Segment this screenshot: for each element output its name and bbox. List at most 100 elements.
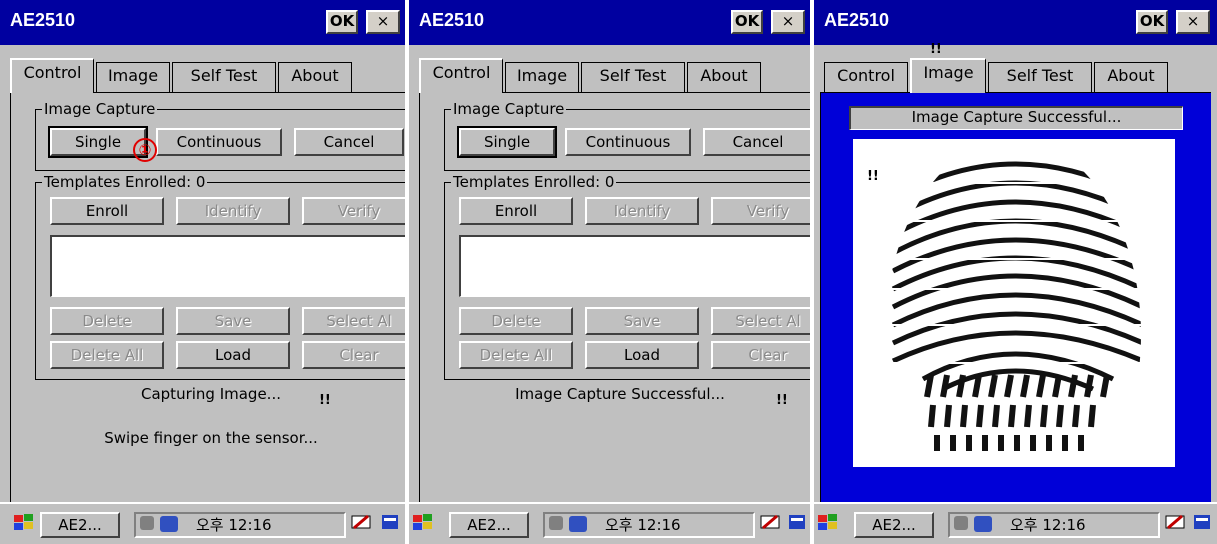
clock[interactable]: 오후 12:16 (196, 514, 272, 536)
network-icon[interactable] (140, 516, 154, 530)
close-button[interactable]: × (366, 10, 400, 34)
identify-button[interactable]: Identify (585, 197, 699, 225)
image-capture-label: Image Capture (42, 100, 158, 118)
tab-about[interactable]: About (278, 62, 352, 92)
system-tray: 오후 12:16 (948, 512, 1160, 538)
identify-button[interactable]: Identify (176, 197, 290, 225)
control-tab-content: Image Capture Single Continuous Cancel T… (419, 92, 810, 502)
ok-button[interactable]: OK (1136, 10, 1168, 34)
load-button[interactable]: Load (585, 341, 699, 369)
speaker-muted-icon[interactable] (974, 516, 992, 532)
delete-all-button[interactable]: Delete All (50, 341, 164, 369)
enroll-button[interactable]: Enroll (459, 197, 573, 225)
single-button[interactable]: Single (457, 126, 557, 158)
image-capture-group: Image Capture Single Continuous Cancel (35, 101, 405, 171)
cancel-button[interactable]: Cancel (703, 128, 810, 156)
tab-self-test[interactable]: Self Test (581, 62, 685, 92)
tab-control[interactable]: Control (419, 58, 503, 93)
speaker-muted-icon[interactable] (569, 516, 587, 532)
load-button[interactable]: Load (176, 341, 290, 369)
save-button[interactable]: Save (585, 307, 699, 335)
close-button[interactable]: × (771, 10, 805, 34)
taskbar-1: AE2... 오후 12:16 (0, 502, 405, 544)
clear-button[interactable]: Clear (302, 341, 405, 369)
window-title: AE2510 (10, 10, 76, 30)
tab-image[interactable]: Image (910, 58, 986, 93)
status-marker: !! (319, 393, 331, 408)
status-marker: !! (776, 393, 788, 408)
enroll-button[interactable]: Enroll (50, 197, 164, 225)
templates-group: Templates Enrolled: 0 Enroll Identify Ve… (444, 174, 810, 380)
tab-control[interactable]: Control (10, 58, 94, 93)
image-marker: !! (867, 169, 879, 184)
title-bar: AE2510 OK × (814, 0, 1217, 45)
verify-button[interactable]: Verify (711, 197, 810, 225)
image-capture-label: Image Capture (451, 100, 567, 118)
close-button[interactable]: × (1176, 10, 1210, 34)
clock[interactable]: 오후 12:16 (1010, 514, 1086, 536)
taskbar-app-button[interactable]: AE2... (449, 512, 529, 538)
taskbar-3: AE2... 오후 12:16 (814, 502, 1217, 544)
save-button[interactable]: Save (176, 307, 290, 335)
continuous-button[interactable]: Continuous (565, 128, 691, 156)
callout-marker: ① (133, 138, 157, 162)
desktop-icon[interactable] (1192, 512, 1214, 538)
capture-status: Image Capture Successful... (515, 385, 725, 403)
window-panel-3: AE2510 OK × !! Control Image Self Test A… (814, 0, 1217, 502)
fingerprint-graphic (853, 161, 1175, 451)
windows-flag-icon[interactable] (816, 512, 842, 538)
fingerprint-image: !! (853, 139, 1175, 467)
templates-group: Templates Enrolled: 0 Enroll Identify Ve… (35, 174, 405, 380)
single-button[interactable]: Single (48, 126, 148, 158)
tab-control[interactable]: Control (824, 62, 908, 92)
input-panel-icon[interactable] (759, 512, 783, 538)
input-panel-icon[interactable] (350, 512, 374, 538)
templates-list[interactable] (50, 235, 405, 297)
window-title: AE2510 (824, 10, 890, 30)
window-panel-1: AE2510 OK × Control Image Self Test Abou… (0, 0, 405, 502)
delete-button[interactable]: Delete (50, 307, 164, 335)
templates-label: Templates Enrolled: 0 (451, 173, 617, 191)
ok-button[interactable]: OK (731, 10, 763, 34)
delete-button[interactable]: Delete (459, 307, 573, 335)
select-all-button[interactable]: Select Al (302, 307, 405, 335)
tab-self-test[interactable]: Self Test (988, 62, 1092, 92)
ok-button[interactable]: OK (326, 10, 358, 34)
tab-image[interactable]: Image (96, 62, 170, 92)
tab-image[interactable]: Image (505, 62, 579, 92)
templates-list[interactable] (459, 235, 810, 297)
window-title: AE2510 (419, 10, 485, 30)
window-panel-2: AE2510 OK × Control Image Self Test Abou… (409, 0, 810, 502)
tab-self-test[interactable]: Self Test (172, 62, 276, 92)
tab-marker: !! (930, 42, 942, 57)
system-tray: 오후 12:16 (134, 512, 346, 538)
network-icon[interactable] (954, 516, 968, 530)
speaker-muted-icon[interactable] (160, 516, 178, 532)
templates-label: Templates Enrolled: 0 (42, 173, 208, 191)
cancel-button[interactable]: Cancel (294, 128, 404, 156)
taskbar-app-button[interactable]: AE2... (40, 512, 120, 538)
windows-flag-icon[interactable] (411, 512, 437, 538)
windows-flag-icon[interactable] (12, 512, 38, 538)
input-panel-icon[interactable] (1164, 512, 1188, 538)
control-tab-content: Image Capture Single Continuous Cancel ①… (10, 92, 405, 502)
tab-about[interactable]: About (1094, 62, 1168, 92)
network-icon[interactable] (549, 516, 563, 530)
tab-about[interactable]: About (687, 62, 761, 92)
image-capture-group: Image Capture Single Continuous Cancel (444, 101, 810, 171)
image-tab-content: Image Capture Successful... !! (820, 92, 1211, 502)
capture-banner: Image Capture Successful... (849, 106, 1183, 130)
clock[interactable]: 오후 12:16 (605, 514, 681, 536)
clear-button[interactable]: Clear (711, 341, 810, 369)
delete-all-button[interactable]: Delete All (459, 341, 573, 369)
continuous-button[interactable]: Continuous (156, 128, 282, 156)
image-view: Image Capture Successful... !! (821, 93, 1211, 502)
desktop-icon[interactable] (787, 512, 809, 538)
select-all-button[interactable]: Select Al (711, 307, 810, 335)
taskbar-app-button[interactable]: AE2... (854, 512, 934, 538)
taskbar-2: AE2... 오후 12:16 (409, 502, 810, 544)
desktop-icon[interactable] (380, 512, 402, 538)
system-tray: 오후 12:16 (543, 512, 755, 538)
verify-button[interactable]: Verify (302, 197, 405, 225)
swipe-hint: Swipe finger on the sensor... (104, 429, 318, 447)
